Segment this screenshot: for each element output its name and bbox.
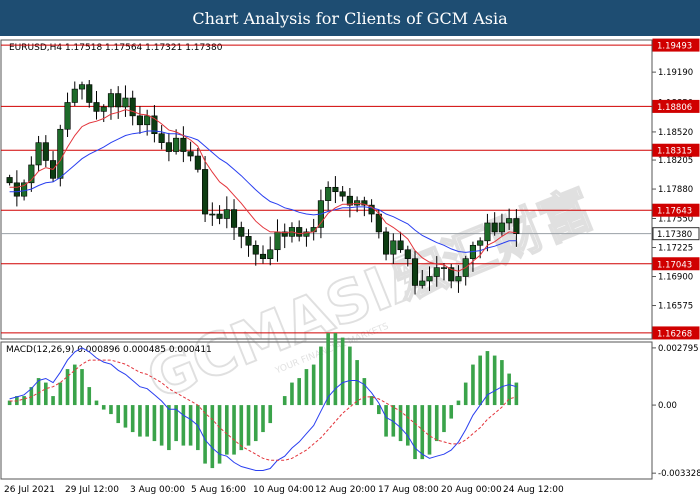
candle-body <box>426 276 433 282</box>
y-tick-label: 1.17880 <box>658 185 693 195</box>
macd-y-tick-label: -0.003328 <box>658 469 700 479</box>
candle-body <box>375 213 382 233</box>
candle-body <box>107 93 115 108</box>
candle-body <box>383 231 390 255</box>
candle-body <box>484 222 491 242</box>
y-tick-label: 1.19190 <box>658 68 693 78</box>
candle-body <box>477 240 484 246</box>
y-tick-label: 1.16575 <box>658 302 693 312</box>
candle-body <box>93 102 100 112</box>
chart-canvas: GCMASIA YOUR FINANCIAL MARKETS 宏汇财富 EURU… <box>0 38 700 495</box>
candle-body <box>86 84 93 103</box>
candle-body <box>491 222 498 233</box>
x-tick-label: 17 Aug 08:00 <box>378 485 439 495</box>
candle-body <box>13 182 20 197</box>
candle-body <box>122 97 129 108</box>
candle-body <box>21 182 28 197</box>
candle-body <box>64 102 71 130</box>
x-tick-label: 26 Jul 2021 <box>4 485 55 495</box>
candle-body <box>6 177 13 184</box>
candle-body <box>173 137 180 152</box>
macd-header: MACD(12,26,9) 0.000896 0.000485 0.000411 <box>6 345 212 355</box>
candle-body <box>419 280 426 286</box>
candle-body <box>411 258 419 286</box>
macd-y-tick-label: 0.002795 <box>658 344 699 354</box>
level-price-label: 1.17643 <box>657 207 692 217</box>
x-tick-label: 20 Aug 00:00 <box>441 485 502 495</box>
candle-body <box>144 115 151 126</box>
y-tick-label: 1.18205 <box>658 156 693 166</box>
candle-body <box>332 186 339 193</box>
x-axis: 26 Jul 2021 29 Jul 12:00 3 Aug 00:00 5 A… <box>4 485 564 495</box>
level-price-label: 1.18806 <box>657 103 692 113</box>
candle-body <box>42 142 49 161</box>
x-tick-label: 5 Aug 16:00 <box>191 485 246 495</box>
x-tick-label: 12 Aug 20:00 <box>315 485 376 495</box>
candle-body <box>397 240 404 251</box>
y-tick-label: 1.18520 <box>658 128 693 138</box>
candle-body <box>100 106 107 112</box>
candle-body <box>440 267 448 269</box>
candle-body <box>115 93 122 108</box>
candle-body <box>245 236 252 246</box>
candle-body <box>216 213 223 219</box>
candle-body <box>274 231 281 251</box>
candle-body <box>35 142 42 166</box>
candle-body <box>498 222 505 233</box>
candle-body <box>325 186 332 201</box>
candle-body <box>71 88 78 103</box>
candle-body <box>158 133 165 143</box>
y-tick-label: 1.17225 <box>658 244 693 254</box>
candle-body <box>296 227 303 237</box>
candle-body <box>390 240 397 255</box>
x-tick-label: 3 Aug 00:00 <box>130 485 185 495</box>
candle-body <box>202 169 209 215</box>
candle-body <box>129 97 136 117</box>
candle-body <box>230 209 238 228</box>
candle-body <box>404 249 411 259</box>
x-tick-label: 24 Aug 12:00 <box>503 485 564 495</box>
candle-body <box>339 191 346 197</box>
candle-body <box>513 218 520 234</box>
candle-body <box>57 128 64 179</box>
level-price-label: 1.16268 <box>657 329 692 339</box>
candle-body <box>506 218 513 224</box>
y-tick-label: 1.16900 <box>658 273 693 283</box>
candle-body <box>433 267 440 277</box>
candle-body <box>223 209 230 219</box>
candle-body <box>180 137 187 152</box>
candle-body <box>238 227 245 237</box>
macd-y-tick-label: 0.00 <box>658 401 677 411</box>
candle-body <box>194 155 201 170</box>
level-price-label: 1.17043 <box>657 260 692 270</box>
chart-title: Chart Analysis for Clients of GCM Asia <box>192 8 508 28</box>
x-tick-label: 29 Jul 12:00 <box>65 485 119 495</box>
candle-body <box>252 244 259 255</box>
candle-body <box>136 115 143 126</box>
candle-body <box>78 84 86 90</box>
current-price-label: 1.17380 <box>657 230 692 240</box>
candle-body <box>209 213 216 216</box>
candle-body <box>165 142 172 152</box>
level-price-label: 1.18315 <box>657 147 692 157</box>
candle-body <box>455 276 462 282</box>
price-chart-header: EURUSD,H4 1.17518 1.17564 1.17321 1.1738… <box>9 43 223 53</box>
chart-title-banner: Chart Analysis for Clients of GCM Asia <box>0 0 700 36</box>
candle-body <box>267 249 274 259</box>
x-tick-label: 10 Aug 04:00 <box>253 485 314 495</box>
level-price-label: 1.19493 <box>657 42 692 52</box>
candle-body <box>259 253 267 259</box>
candle-body <box>187 151 194 157</box>
